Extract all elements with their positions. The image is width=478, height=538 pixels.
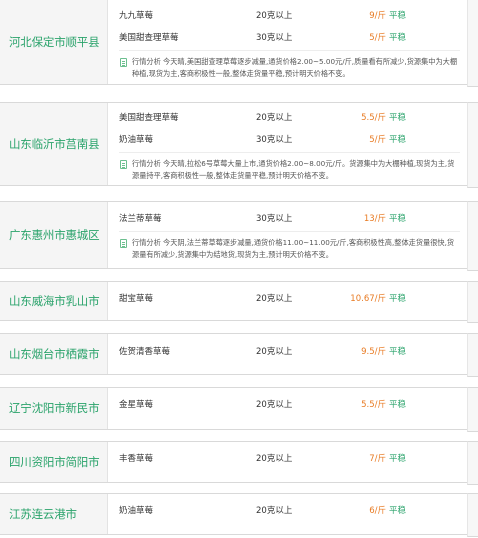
region-row: 山东烟台市栖霞市 佐贺清香草莓 20克以上 9.5/斤 平稳 [0,333,478,377]
variety-row: 美国甜查理草莓 20克以上 5.5/斤 平稳 [108,107,468,129]
document-icon [120,239,127,248]
variety-name: 奶油草莓 [119,506,154,516]
region-name[interactable]: 广东惠州市惠城区 [0,202,108,268]
variety-price: 5/斤 [369,33,386,43]
region-name[interactable]: 山东临沂市莒南县 [0,103,108,185]
variety-row: 九九草莓 20克以上 9/斤 平稳 [108,5,468,27]
variety-trend: 平稳 [389,135,407,145]
analysis-text: 行情分析 今天晴,美国甜查理草莓逐步减量,通货价格2.00~5.00元/斤,质量… [132,57,458,78]
variety-name: 佐贺清香草莓 [119,347,171,357]
variety-price: 9.5/斤 [361,347,386,357]
variety-trend: 平稳 [389,347,407,357]
region-name[interactable]: 山东烟台市栖霞市 [0,334,108,374]
variety-spec: 30克以上 [256,33,293,43]
region-row: 江苏连云港市 奶油草莓 20克以上 6/斤 平稳 [0,493,478,537]
variety-row: 奶油草莓 30克以上 5/斤 平稳 [108,129,468,151]
variety-spec: 30克以上 [256,135,293,145]
variety-price: 5.5/斤 [361,113,386,123]
variety-spec: 20克以上 [256,347,293,357]
variety-price: 7/斤 [369,454,386,464]
region-row: 四川资阳市简阳市 丰香草莓 20克以上 7/斤 平稳 [0,441,478,485]
analysis-text: 行情分析 今天晴,拉松6号草莓大量上市,通货价格2.00~8.00元/斤。货源集… [132,159,455,180]
region-row: 广东惠州市惠城区 法兰蒂草莓 30克以上 13/斤 平稳 行情分析 今天阴,法兰… [0,201,478,271]
variety-spec: 20克以上 [256,294,293,304]
variety-row: 丰香草莓 20克以上 7/斤 平稳 [108,448,468,470]
region-name[interactable]: 四川资阳市简阳市 [0,442,108,482]
variety-row: 金星草莓 20克以上 5.5/斤 平稳 [108,394,468,416]
variety-name: 法兰蒂草莓 [119,214,162,224]
region-row: 河北保定市顺平县 九九草莓 20克以上 9/斤 平稳 美国甜查理草莓 30克以上… [0,0,478,87]
variety-name: 丰香草莓 [119,454,154,464]
variety-price: 10.67/斤 [350,294,386,304]
document-icon [120,160,127,169]
variety-trend: 平稳 [389,11,407,21]
region-name[interactable]: 江苏连云港市 [0,494,108,534]
variety-price: 9/斤 [369,11,386,21]
region-row: 山东临沂市莒南县 美国甜查理草莓 20克以上 5.5/斤 平稳 奶油草莓 30克… [0,102,478,188]
market-analysis: 行情分析 今天晴,拉松6号草莓大量上市,通货价格2.00~8.00元/斤。货源集… [119,152,460,185]
variety-spec: 20克以上 [256,454,293,464]
variety-name: 九九草莓 [119,11,154,21]
market-analysis: 行情分析 今天阴,法兰蒂草莓逐步减量,通货价格11.00~11.00元/斤,客商… [119,231,460,267]
analysis-text: 行情分析 今天阴,法兰蒂草莓逐步减量,通货价格11.00~11.00元/斤,客商… [132,238,455,259]
document-icon [120,58,127,67]
variety-price: 5.5/斤 [361,400,386,410]
region-name[interactable]: 河北保定市顺平县 [0,0,108,84]
variety-spec: 20克以上 [256,400,293,410]
variety-price: 6/斤 [369,506,386,516]
variety-row: 佐贺清香草莓 20克以上 9.5/斤 平稳 [108,341,468,363]
variety-name: 奶油草莓 [119,135,154,145]
variety-row: 美国甜查理草莓 30克以上 5/斤 平稳 [108,27,468,49]
variety-trend: 平稳 [389,33,407,43]
variety-name: 美国甜查理草莓 [119,33,179,43]
variety-name: 美国甜查理草莓 [119,113,179,123]
market-analysis: 行情分析 今天晴,美国甜查理草莓逐步减量,通货价格2.00~5.00元/斤,质量… [119,50,460,84]
region-row: 辽宁沈阳市新民市 金星草莓 20克以上 5.5/斤 平稳 [0,387,478,432]
variety-spec: 20克以上 [256,506,293,516]
variety-name: 甜宝草莓 [119,294,154,304]
region-name[interactable]: 辽宁沈阳市新民市 [0,388,108,429]
variety-name: 金星草莓 [119,400,154,410]
variety-trend: 平稳 [389,400,407,410]
variety-price: 5/斤 [369,135,386,145]
variety-spec: 30克以上 [256,214,293,224]
variety-price: 13/斤 [363,214,386,224]
market-price-list: 河北保定市顺平县 九九草莓 20克以上 9/斤 平稳 美国甜查理草莓 30克以上… [0,0,478,538]
variety-spec: 20克以上 [256,113,293,123]
variety-trend: 平稳 [389,214,407,224]
variety-row: 甜宝草莓 20克以上 10.67/斤 平稳 [108,288,468,310]
region-name[interactable]: 山东威海市乳山市 [0,282,108,320]
variety-trend: 平稳 [389,454,407,464]
variety-trend: 平稳 [389,506,407,516]
variety-row: 奶油草莓 20克以上 6/斤 平稳 [108,500,468,522]
variety-row: 法兰蒂草莓 30克以上 13/斤 平稳 [108,208,468,230]
variety-spec: 20克以上 [256,11,293,21]
variety-trend: 平稳 [389,113,407,123]
variety-trend: 平稳 [389,294,407,304]
region-row: 山东威海市乳山市 甜宝草莓 20克以上 10.67/斤 平稳 [0,281,478,323]
